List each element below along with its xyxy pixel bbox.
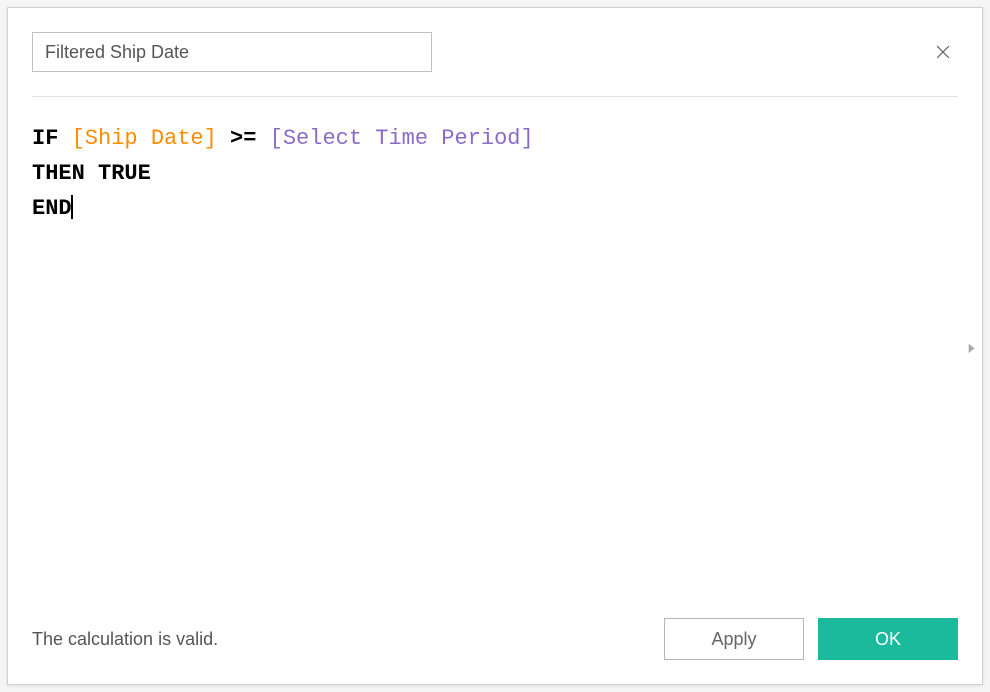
formula-line: THEN TRUE xyxy=(32,156,958,191)
expand-handle[interactable] xyxy=(964,332,978,367)
parameter-ref-select-time-period: [Select Time Period] xyxy=(270,126,534,151)
button-group: Apply OK xyxy=(664,618,958,660)
apply-button[interactable]: Apply xyxy=(664,618,804,660)
close-icon xyxy=(933,42,953,62)
operator-gte: >= xyxy=(230,126,256,151)
formula-editor[interactable]: IF [Ship Date] >= [Select Time Period] T… xyxy=(32,97,958,602)
keyword-then: THEN xyxy=(32,161,85,186)
text-cursor xyxy=(71,195,73,219)
close-button[interactable] xyxy=(928,37,958,67)
field-name-input[interactable] xyxy=(32,32,432,72)
field-ref-ship-date: [Ship Date] xyxy=(72,126,217,151)
keyword-end: END xyxy=(32,196,72,221)
formula-line: IF [Ship Date] >= [Select Time Period] xyxy=(32,121,958,156)
ok-button[interactable]: OK xyxy=(818,618,958,660)
calculated-field-dialog: IF [Ship Date] >= [Select Time Period] T… xyxy=(7,7,983,685)
keyword-if: IF xyxy=(32,126,58,151)
boolean-true: TRUE xyxy=(98,161,151,186)
chevron-right-icon xyxy=(964,341,978,355)
dialog-header xyxy=(32,32,958,97)
formula-line: END xyxy=(32,191,958,226)
dialog-footer: The calculation is valid. Apply OK xyxy=(32,602,958,660)
validation-status: The calculation is valid. xyxy=(32,629,218,650)
